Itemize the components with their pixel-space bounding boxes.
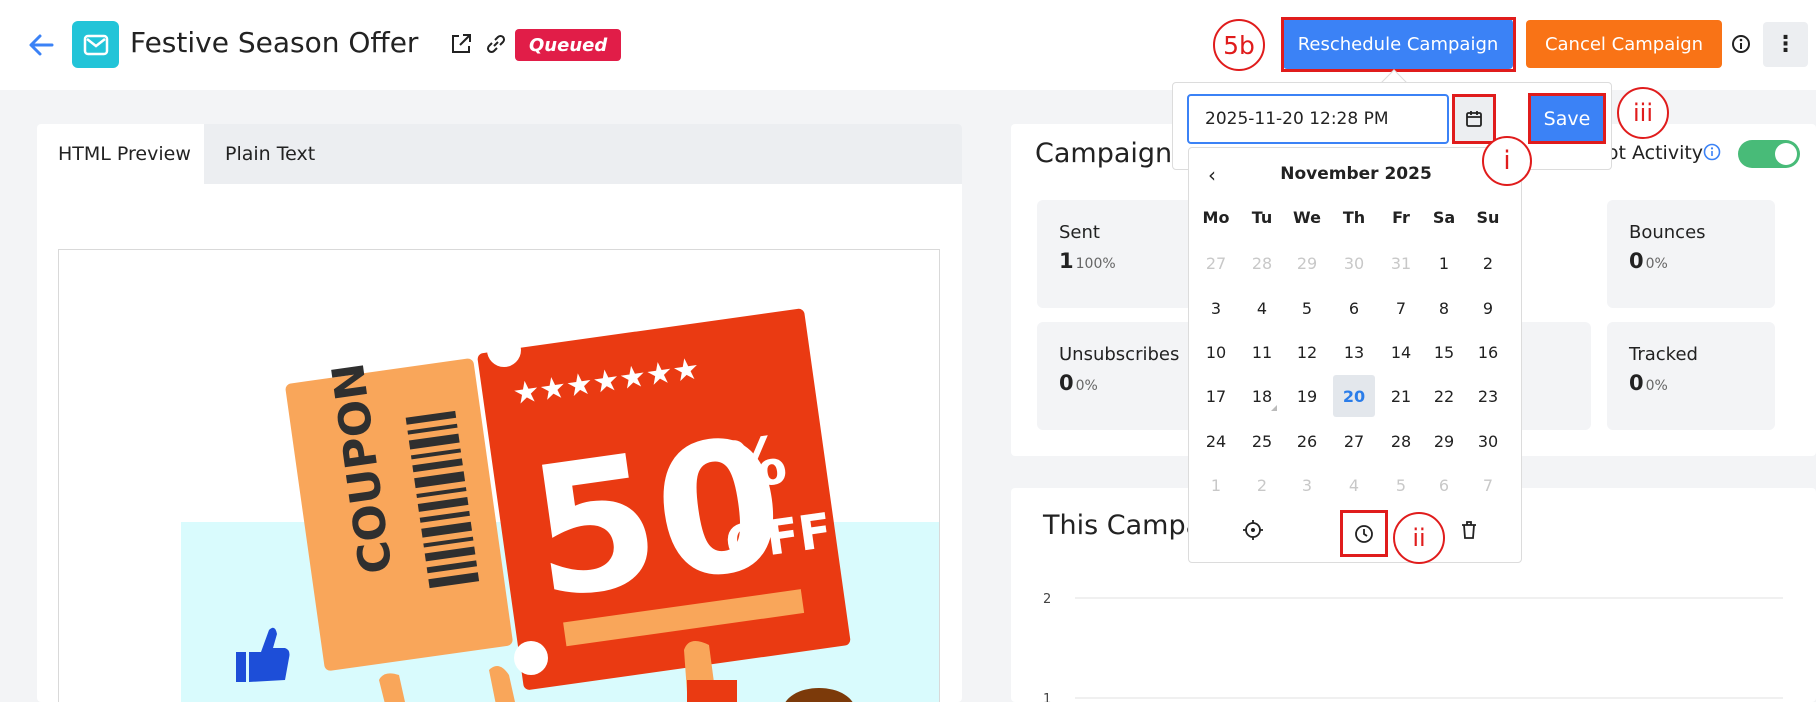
calendar-day[interactable]: 28 bbox=[1380, 420, 1422, 462]
preview-tabs: HTML Preview Plain Text bbox=[37, 124, 962, 184]
weekday-header: Sa bbox=[1432, 208, 1456, 227]
stat-card-sent: Sent 1 100% bbox=[1037, 200, 1205, 308]
campaign-header: Festive Season Offer Queued Reschedule C… bbox=[0, 0, 1816, 90]
calendar-day[interactable]: 11 bbox=[1241, 331, 1283, 373]
calendar-day[interactable]: 6 bbox=[1333, 287, 1375, 329]
calendar-day[interactable]: 14 bbox=[1380, 331, 1422, 373]
cancel-campaign-button[interactable]: Cancel Campaign bbox=[1526, 20, 1722, 68]
calendar-day: 1 bbox=[1210, 475, 1222, 495]
annotation-ii: ii bbox=[1393, 512, 1445, 564]
calendar-day[interactable]: 16 bbox=[1467, 331, 1509, 373]
calendar-day[interactable]: 2 bbox=[1467, 242, 1509, 284]
calendar-day: 31 bbox=[1390, 253, 1412, 273]
calendar-dropdown: ‹ November 2025 › MoTuWeThFrSaSu27282930… bbox=[1188, 147, 1522, 563]
weekday-header: Th bbox=[1342, 208, 1366, 227]
calendar-icon bbox=[1466, 111, 1482, 127]
weekday-header: Tu bbox=[1251, 208, 1273, 227]
chart-y-tick-label: 2 bbox=[1043, 592, 1051, 607]
reschedule-highlight-box bbox=[1281, 17, 1516, 72]
ignore-bot-toggle[interactable] bbox=[1738, 140, 1800, 168]
stat-value: 0 0% bbox=[1629, 249, 1668, 273]
calendar-day[interactable]: 8 bbox=[1423, 287, 1465, 329]
stat-card-tracked: Tracked 0 0% bbox=[1607, 322, 1775, 430]
save-schedule-button[interactable]: Save bbox=[1528, 93, 1606, 144]
calendar-day: 6 bbox=[1438, 475, 1450, 495]
calendar-day[interactable]: 15 bbox=[1423, 331, 1465, 373]
calendar-day[interactable]: 23 bbox=[1467, 375, 1509, 417]
calendar-day[interactable]: 24 bbox=[1195, 420, 1237, 462]
weekday-header: Fr bbox=[1392, 208, 1410, 227]
kebab-icon: ⋮ bbox=[1774, 32, 1797, 57]
calendar-day: 29 bbox=[1296, 253, 1318, 273]
weekday-header: We bbox=[1293, 208, 1321, 227]
calendar-day[interactable]: 4 bbox=[1241, 287, 1283, 329]
campaign-title: Festive Season Offer bbox=[130, 26, 419, 59]
stat-label: Sent bbox=[1059, 222, 1100, 243]
status-badge: Queued bbox=[515, 29, 622, 61]
calendar-day[interactable]: 1 bbox=[1423, 242, 1465, 284]
calendar-day: 2 bbox=[1256, 475, 1268, 495]
tab-html-preview[interactable]: HTML Preview bbox=[37, 124, 204, 184]
chart-y-tick-label: 1 bbox=[1043, 692, 1051, 702]
calendar-day: 27 bbox=[1205, 253, 1227, 273]
open-external-icon[interactable] bbox=[449, 32, 473, 56]
calendar-toggle-button[interactable] bbox=[1452, 94, 1496, 144]
calendar-month-label: November 2025 bbox=[1280, 164, 1432, 184]
coupon-illustration: COUPON ★★★★★★★ 50 % OFF bbox=[181, 308, 939, 702]
weekday-header: Su bbox=[1476, 208, 1500, 227]
more-options-button[interactable]: ⋮ bbox=[1763, 22, 1808, 67]
now-crosshair-icon[interactable] bbox=[1241, 518, 1265, 542]
annotation-iii: iii bbox=[1617, 87, 1669, 139]
stat-label: Bounces bbox=[1629, 222, 1706, 243]
calendar-day[interactable]: 20 bbox=[1333, 375, 1375, 417]
calendar-day[interactable]: 22 bbox=[1423, 375, 1465, 417]
calendar-day[interactable]: 7 bbox=[1380, 287, 1422, 329]
stat-card-unsubscribes: Unsubscribes 0 0% bbox=[1037, 322, 1205, 430]
calendar-day[interactable]: 9 bbox=[1467, 287, 1509, 329]
calendar-day[interactable]: 5 bbox=[1286, 287, 1328, 329]
stat-label: Unsubscribes bbox=[1059, 344, 1180, 365]
offer-percent-sign: % bbox=[715, 421, 791, 506]
calendar-day: 28 bbox=[1251, 253, 1273, 273]
email-campaign-icon bbox=[72, 21, 119, 68]
calendar-day: 5 bbox=[1395, 475, 1407, 495]
calendar-day[interactable]: 19 bbox=[1286, 375, 1328, 417]
html-preview-frame: COUPON ★★★★★★★ 50 % OFF bbox=[58, 249, 940, 702]
calendar-day[interactable]: 18 bbox=[1241, 375, 1283, 417]
calendar-day: 30 bbox=[1343, 253, 1365, 273]
calendar-day[interactable]: 26 bbox=[1286, 420, 1328, 462]
calendar-day: 4 bbox=[1348, 475, 1360, 495]
calendar-day[interactable]: 29 bbox=[1423, 420, 1465, 462]
calendar-day[interactable]: 3 bbox=[1195, 287, 1237, 329]
stat-label: Tracked bbox=[1629, 344, 1698, 365]
calendar-day[interactable]: 27 bbox=[1333, 420, 1375, 462]
calendar-day[interactable]: 13 bbox=[1333, 331, 1375, 373]
clock-icon bbox=[1355, 524, 1373, 543]
clear-trash-icon[interactable] bbox=[1457, 518, 1481, 542]
stat-card-bounces: Bounces 0 0% bbox=[1607, 200, 1775, 308]
calendar-day[interactable]: 10 bbox=[1195, 331, 1237, 373]
calendar-day[interactable]: 30 bbox=[1467, 420, 1509, 462]
email-preview-panel: HTML Preview Plain Text COUPON ★★★★★★★ 5… bbox=[37, 124, 962, 702]
stat-value: 0 0% bbox=[1629, 371, 1668, 395]
tab-plain-text[interactable]: Plain Text bbox=[204, 124, 344, 184]
toggle-knob bbox=[1775, 143, 1797, 165]
schedule-datetime-input[interactable] bbox=[1187, 94, 1449, 144]
info-icon[interactable] bbox=[1731, 34, 1751, 54]
weekday-header: Mo bbox=[1202, 208, 1230, 227]
link-icon[interactable] bbox=[484, 32, 508, 56]
annotation-i: i bbox=[1482, 136, 1532, 186]
stat-value: 0 0% bbox=[1059, 371, 1098, 395]
time-picker-button[interactable] bbox=[1340, 510, 1388, 557]
calendar-day[interactable]: 21 bbox=[1380, 375, 1422, 417]
calendar-day[interactable]: 25 bbox=[1241, 420, 1283, 462]
calendar-day[interactable]: 17 bbox=[1195, 375, 1237, 417]
stat-value: 1 100% bbox=[1059, 249, 1116, 273]
calendar-day[interactable]: 12 bbox=[1286, 331, 1328, 373]
calendar-day: 7 bbox=[1482, 475, 1494, 495]
back-arrow-icon[interactable] bbox=[26, 30, 56, 60]
annotation-step-5b: 5b bbox=[1213, 19, 1265, 71]
calendar-day: 3 bbox=[1301, 475, 1313, 495]
bot-info-icon[interactable] bbox=[1703, 143, 1721, 161]
